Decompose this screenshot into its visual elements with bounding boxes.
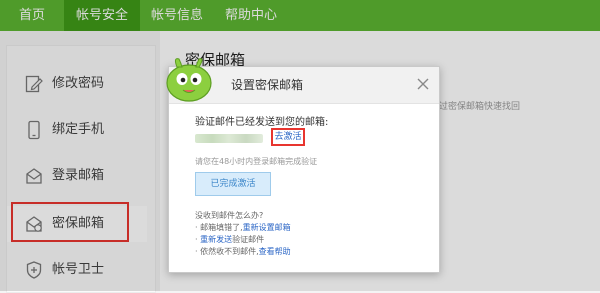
help-line-wrong-email: · 邮箱填错了,重新设置邮箱: [195, 222, 291, 233]
blurred-email-address: [195, 134, 263, 143]
resend-link[interactable]: 重新发送: [200, 235, 232, 244]
email-sent-text: 验证邮件已经发送到您的邮箱:: [195, 117, 329, 128]
help-line-still-missing: · 依然收不到邮件,查看帮助: [195, 246, 291, 257]
view-help-link[interactable]: 查看帮助: [259, 247, 291, 256]
activation-done-button[interactable]: 已完成激活: [195, 172, 271, 196]
activate-link[interactable]: 去激活: [271, 128, 305, 146]
help-line-resend: · 重新发送验证邮件: [195, 234, 264, 245]
not-received-title: 没收到邮件怎么办?: [195, 211, 264, 220]
verify-hint-text: 请您在48小时内登录邮箱完成验证: [195, 157, 318, 166]
reset-email-link[interactable]: 重新设置邮箱: [243, 223, 291, 232]
help-line-text: · 依然收不到邮件,: [195, 247, 259, 256]
dialog-title: 设置密保邮箱: [231, 78, 304, 92]
mascot-icon: [159, 53, 219, 105]
close-icon[interactable]: [415, 76, 431, 92]
help-line-text: · 邮箱填错了,: [195, 223, 243, 232]
set-secure-email-dialog: 设置密保邮箱 验证邮件已经发送到您的邮箱: 去激活 请您在48小时内登录邮箱完成…: [166, 58, 440, 273]
help-line-text: 验证邮件: [232, 235, 265, 244]
